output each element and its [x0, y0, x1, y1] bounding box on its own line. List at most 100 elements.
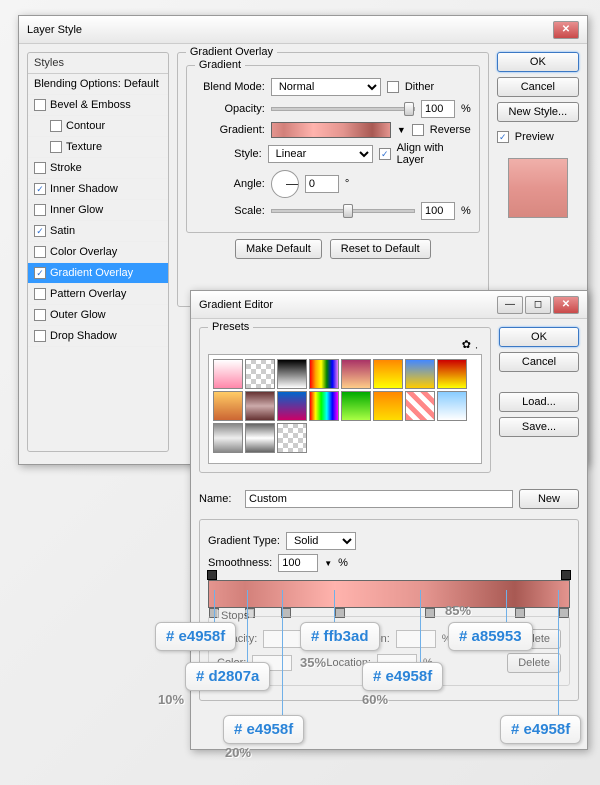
cancel-button[interactable]: Cancel — [497, 77, 579, 97]
checkbox-icon[interactable]: ✓ — [34, 183, 46, 195]
style-item-gradient-overlay[interactable]: ✓Gradient Overlay — [28, 263, 168, 284]
connector-line — [282, 590, 283, 720]
style-item-bevel[interactable]: Bevel & Emboss — [28, 95, 168, 116]
new-style-button[interactable]: New Style... — [497, 102, 579, 122]
stop-opacity-input[interactable] — [263, 630, 303, 648]
checkbox-icon[interactable] — [34, 309, 46, 321]
style-item-contour[interactable]: Contour — [28, 116, 168, 137]
chevron-down-icon[interactable]: ▼ — [324, 559, 332, 568]
ge-save-button[interactable]: Save... — [499, 417, 579, 437]
chevron-down-icon[interactable]: ▼ — [397, 125, 406, 135]
style-label: Style: — [195, 148, 262, 160]
annotation-hex: # e4958f — [362, 662, 443, 691]
gradient-fieldset: Gradient Blend Mode:NormalDither Opacity… — [186, 65, 480, 233]
layer-style-title: Layer Style — [27, 24, 82, 36]
ge-ok-button[interactable]: OK — [499, 327, 579, 347]
annotation-hex: # d2807a — [185, 662, 270, 691]
smooth-label: Smoothness: — [208, 557, 272, 569]
blend-mode-label: Blend Mode: — [195, 81, 265, 93]
type-select[interactable]: Solid — [286, 532, 356, 550]
annotation-hex: # a85953 — [448, 622, 533, 651]
name-label: Name: — [199, 493, 239, 505]
angle-label: Angle: — [195, 178, 265, 190]
name-input[interactable] — [245, 490, 513, 508]
annotation-pct: 85% — [445, 603, 471, 618]
minimize-icon[interactable]: — — [497, 296, 523, 314]
ok-button[interactable]: OK — [497, 52, 579, 72]
presets-fieldset: Presets ✿﹒ — [199, 327, 491, 473]
annotation-hex: # e4958f — [223, 715, 304, 744]
scale-input[interactable] — [421, 202, 455, 220]
checkbox-icon[interactable] — [34, 162, 46, 174]
align-checkbox[interactable]: ✓ — [379, 148, 391, 160]
annotation-hex: # ffb3ad — [300, 622, 380, 651]
reverse-label: Reverse — [430, 124, 471, 136]
opacity-label: Opacity: — [195, 103, 265, 115]
checkbox-icon[interactable]: ✓ — [34, 225, 46, 237]
close-icon[interactable]: ✕ — [553, 21, 579, 39]
ge-load-button[interactable]: Load... — [499, 392, 579, 412]
gradient-bar[interactable] — [208, 580, 570, 608]
gear-icon[interactable]: ✿﹒ — [462, 339, 482, 351]
blend-mode-select[interactable]: Normal — [271, 78, 381, 96]
connector-line — [247, 590, 248, 670]
type-label: Gradient Type: — [208, 535, 280, 547]
style-item-pattern-overlay[interactable]: Pattern Overlay — [28, 284, 168, 305]
checkbox-icon[interactable] — [50, 120, 62, 132]
angle-dial[interactable] — [271, 170, 299, 198]
location-input[interactable] — [396, 630, 436, 648]
checkbox-icon[interactable] — [34, 204, 46, 216]
opacity-stop[interactable] — [561, 570, 571, 580]
gradient-overlay-panel: Gradient Overlay Gradient Blend Mode:Nor… — [177, 52, 489, 307]
opacity-input[interactable] — [421, 100, 455, 118]
panel-title: Gradient Overlay — [186, 46, 277, 58]
ge-cancel-button[interactable]: Cancel — [499, 352, 579, 372]
gradient-swatch[interactable] — [271, 122, 391, 138]
style-item-stroke[interactable]: Stroke — [28, 158, 168, 179]
style-item-outer-glow[interactable]: Outer Glow — [28, 305, 168, 326]
close-icon[interactable]: ✕ — [553, 296, 579, 314]
checkbox-icon[interactable] — [34, 246, 46, 258]
checkbox-icon[interactable] — [50, 141, 62, 153]
reverse-checkbox[interactable] — [412, 124, 424, 136]
style-item-color-overlay[interactable]: Color Overlay — [28, 242, 168, 263]
opacity-stop[interactable] — [207, 570, 217, 580]
style-item-inner-glow[interactable]: Inner Glow — [28, 200, 168, 221]
scale-slider[interactable] — [271, 209, 415, 213]
style-item-texture[interactable]: Texture — [28, 137, 168, 158]
style-item-satin[interactable]: ✓Satin — [28, 221, 168, 242]
style-item-inner-shadow[interactable]: ✓Inner Shadow — [28, 179, 168, 200]
delete-button[interactable]: Delete — [507, 653, 561, 673]
dither-checkbox[interactable] — [387, 81, 399, 93]
presets-legend: Presets — [208, 321, 253, 333]
blending-options-row[interactable]: Blending Options: Default — [28, 74, 168, 95]
checkbox-icon[interactable] — [34, 288, 46, 300]
annotation-hex: # e4958f — [500, 715, 581, 744]
annotation-pct: 10% — [158, 692, 184, 707]
preview-checkbox[interactable]: ✓ — [497, 131, 509, 143]
styles-list: Styles Blending Options: Default Bevel &… — [27, 52, 169, 452]
angle-input[interactable] — [305, 175, 339, 193]
maximize-icon[interactable]: ◻ — [525, 296, 551, 314]
checkbox-icon[interactable] — [34, 99, 46, 111]
styles-header[interactable]: Styles — [28, 53, 168, 74]
connector-line — [558, 590, 559, 720]
opacity-slider[interactable] — [271, 107, 415, 111]
style-select[interactable]: Linear — [268, 145, 373, 163]
checkbox-icon[interactable]: ✓ — [34, 267, 46, 279]
annotation-hex: # e4958f — [155, 622, 236, 651]
gradient-legend: Gradient — [195, 59, 245, 71]
connector-line — [420, 590, 421, 670]
checkbox-icon[interactable] — [34, 330, 46, 342]
dither-label: Dither — [405, 81, 434, 93]
layer-style-titlebar[interactable]: Layer Style ✕ — [19, 16, 587, 44]
style-item-drop-shadow[interactable]: Drop Shadow — [28, 326, 168, 347]
smooth-input[interactable] — [278, 554, 318, 572]
new-button[interactable]: New — [519, 489, 579, 509]
gradient-editor-titlebar[interactable]: Gradient Editor — ◻ ✕ — [191, 291, 587, 319]
reset-default-button[interactable]: Reset to Default — [330, 239, 431, 259]
presets-grid[interactable] — [208, 354, 482, 464]
gradient-label: Gradient: — [195, 124, 265, 136]
make-default-button[interactable]: Make Default — [235, 239, 322, 259]
preview-label: Preview — [515, 131, 554, 143]
